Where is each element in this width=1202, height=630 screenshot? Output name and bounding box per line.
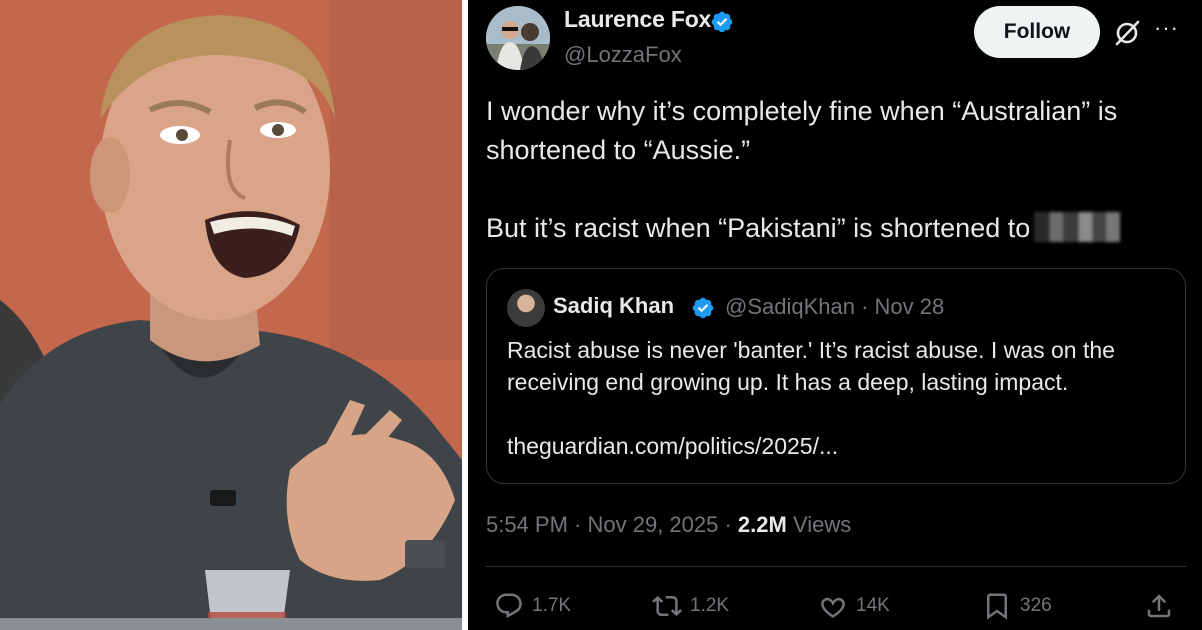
reply-button[interactable]: 1.7K [494, 588, 571, 624]
grok-icon[interactable] [1112, 18, 1142, 48]
reply-count: 1.7K [532, 595, 572, 616]
person-photo [0, 0, 462, 630]
more-options-icon[interactable]: ··· [1154, 17, 1188, 48]
separator [486, 566, 1186, 567]
tweet-timestamp[interactable]: 5:54 PM · Nov 29, 2025 · [486, 512, 738, 537]
repost-icon [652, 595, 682, 617]
bookmark-count: 326 [1020, 595, 1052, 616]
author-avatar[interactable] [486, 6, 550, 70]
tweet-meta: 5:54 PM · Nov 29, 2025 · 2.2M Views [486, 512, 851, 538]
photo-panel [0, 0, 462, 630]
like-button[interactable]: 14K [818, 588, 890, 624]
quoted-author-name[interactable]: Sadiq Khan [553, 293, 674, 319]
quoted-author-avatar[interactable] [507, 289, 545, 327]
tweet-text: I wonder why it’s completely fine when “… [486, 92, 1186, 248]
tweet-text-line2: But it’s racist when “Pakistani” is shor… [486, 213, 1031, 243]
like-count: 14K [856, 595, 890, 616]
views-count: 2.2M [737, 512, 787, 537]
verified-badge-icon [711, 11, 733, 33]
quoted-tweet-text: Racist abuse is never 'banter.' It’s rac… [507, 337, 1115, 459]
quoted-verified-badge-icon [692, 297, 714, 319]
redacted-word [1034, 212, 1121, 242]
tweet-text-line1: I wonder why it’s completely fine when “… [486, 96, 1118, 165]
repost-button[interactable]: 1.2K [652, 588, 729, 624]
reply-icon [496, 593, 522, 619]
views-label: Views [786, 512, 852, 537]
author-handle[interactable]: @LozzaFox [564, 42, 682, 68]
bookmark-icon [987, 593, 1007, 620]
tweet-panel: Laurence Fox @LozzaFox Follow ··· I wond… [468, 0, 1202, 630]
quoted-tweet-card[interactable]: Sadiq Khan @SadiqKhan · Nov 28 Racist ab… [486, 268, 1186, 484]
bookmark-button[interactable]: 326 [982, 588, 1052, 624]
quoted-handle-time[interactable]: @SadiqKhan · Nov 28 [725, 294, 944, 320]
author-display-name[interactable]: Laurence Fox [564, 6, 711, 33]
share-icon [1147, 594, 1171, 618]
share-button[interactable] [1144, 588, 1174, 624]
follow-button[interactable]: Follow [974, 6, 1100, 58]
repost-count: 1.2K [690, 595, 730, 616]
heart-icon [821, 597, 845, 618]
